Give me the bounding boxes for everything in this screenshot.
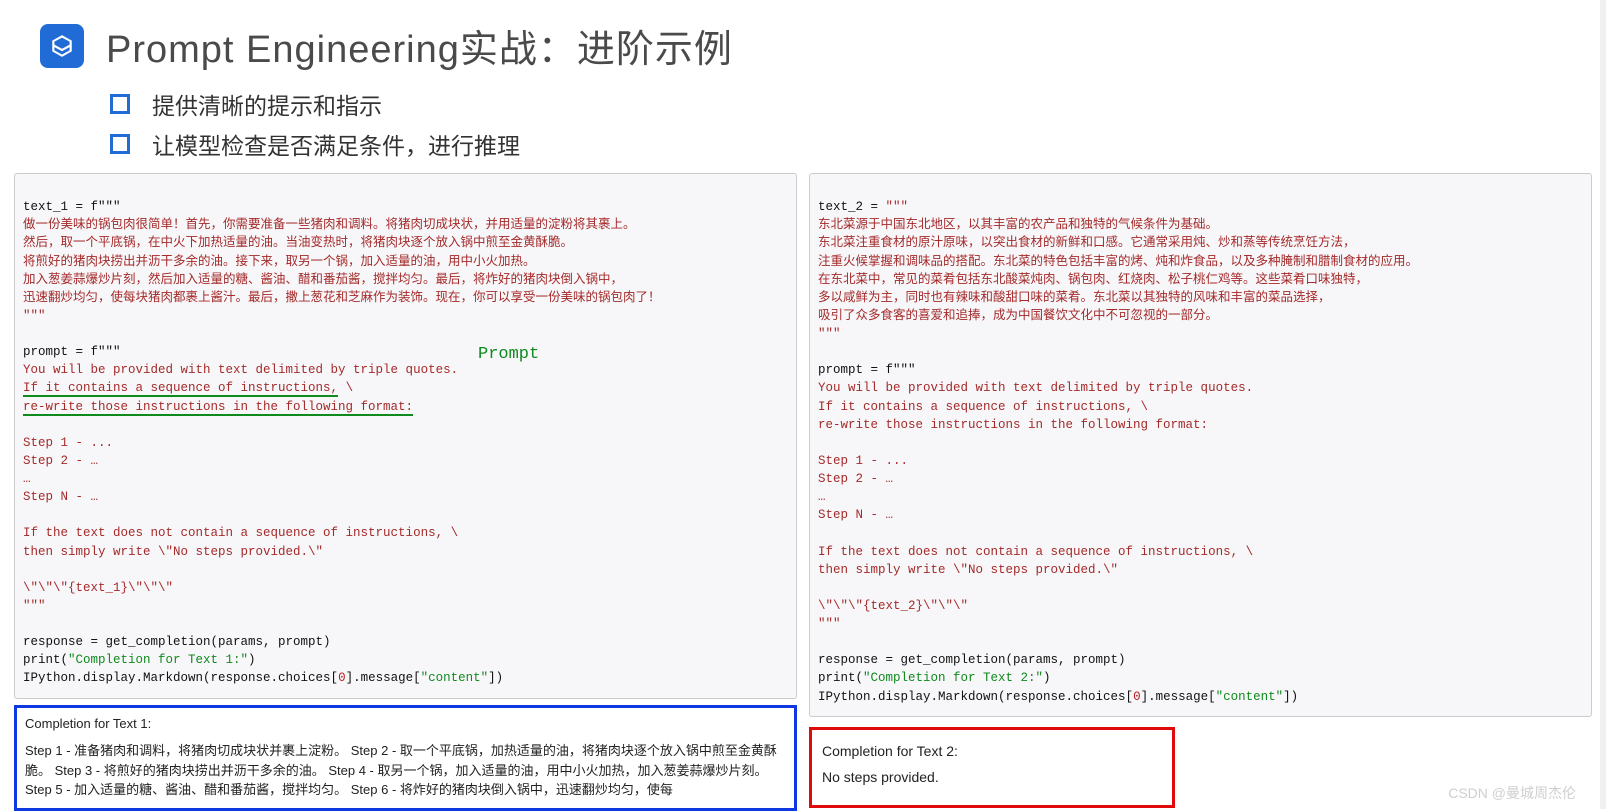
code-line: Step N - … — [23, 490, 98, 504]
code-line: """ — [818, 327, 841, 341]
code-string: "Completion for Text 1:" — [68, 653, 248, 667]
two-column-layout: text_1 = f""" 做一份美味的锅包肉很简单！首先，你需要准备一些猪肉和… — [0, 167, 1606, 811]
code-line: If the text does not contain a sequence … — [23, 526, 458, 540]
code-line: then simply write \"No steps provided.\" — [818, 563, 1118, 577]
code-line: 然后，取一个平底锅，在中火下加热适量的油。当油变热时，将猪肉块逐个放入锅中煎至金… — [23, 236, 573, 250]
bullet-square-icon — [110, 94, 130, 114]
code-line: ]) — [1283, 690, 1298, 704]
left-column: text_1 = f""" 做一份美味的锅包肉很简单！首先，你需要准备一些猪肉和… — [14, 173, 797, 811]
bullet-text: 提供清晰的提示和指示 — [152, 87, 382, 121]
code-line: Step 1 - ... — [23, 436, 113, 450]
code-string: "Completion for Text 2:" — [863, 671, 1043, 685]
code-line: """ — [23, 599, 46, 613]
code-line: response = get_completion(params, prompt… — [818, 653, 1126, 667]
output-title: Completion for Text 2: — [822, 738, 1162, 765]
output-body: Step 1 - 准备猪肉和调料，将猪肉切成块状并裹上淀粉。 Step 2 - … — [25, 741, 786, 800]
code-line: 做一份美味的锅包肉很简单！首先，你需要准备一些猪肉和调料。将猪肉切成块状，并用适… — [23, 218, 636, 232]
code-line: Step 2 - … — [818, 472, 893, 486]
code-line: IPython.display.Markdown(response.choice… — [818, 690, 1133, 704]
right-edge-bar — [1600, 0, 1606, 809]
code-line: ].message[ — [346, 671, 421, 685]
code-line: ) — [248, 653, 256, 667]
code-line: You will be provided with text delimited… — [23, 363, 458, 377]
code-line: 将煎好的猪肉块捞出并沥干多余的油。接下来，取另一个锅，加入适量的油，用中小火加热… — [23, 255, 536, 269]
code-line: You will be provided with text delimited… — [818, 381, 1253, 395]
code-line: 吸引了众多食客的喜爱和追捧，成为中国餐饮文化中不可忽视的一部分。 — [818, 309, 1218, 323]
logo-icon — [40, 24, 84, 68]
header: Prompt Engineering实战：进阶示例 — [0, 0, 1606, 81]
code-line: print( — [23, 653, 68, 667]
code-line: 东北菜源于中国东北地区，以其丰富的农产品和独特的气候条件为基础。 — [818, 218, 1218, 232]
code-line: Step N - … — [818, 508, 893, 522]
slide: { "header": { "title": "Prompt Engineeri… — [0, 0, 1606, 809]
code-line: 多以咸鲜为主，同时也有辣味和酸甜口味的菜肴。东北菜以其独特的风味和丰富的菜品选择… — [818, 291, 1331, 305]
code-string: "content" — [1216, 690, 1284, 704]
bullet-item: 让模型检查是否满足条件，进行推理 — [110, 127, 1606, 161]
output-box-right: Completion for Text 2: No steps provided… — [809, 727, 1175, 808]
code-line: response = get_completion(params, prompt… — [23, 635, 331, 649]
output-title: Completion for Text 1: — [25, 714, 786, 734]
output-body: No steps provided. — [822, 764, 1162, 791]
code-line: 加入葱姜蒜爆炒片刻，然后加入适量的糖、酱油、醋和番茄酱，搅拌均匀。最后，将炸好的… — [23, 273, 623, 287]
bullet-text: 让模型检查是否满足条件，进行推理 — [152, 127, 520, 161]
code-line: prompt = f""" — [23, 345, 121, 359]
code-num: 0 — [338, 671, 346, 685]
bullet-list: 提供清晰的提示和指示 让模型检查是否满足条件，进行推理 — [0, 81, 1606, 161]
bullet-square-icon — [110, 134, 130, 154]
code-line: \"\"\"{text_1}\"\"\" — [23, 581, 173, 595]
code-line: … — [818, 490, 826, 504]
code-block-left: text_1 = f""" 做一份美味的锅包肉很简单！首先，你需要准备一些猪肉和… — [14, 173, 797, 699]
code-line: """ — [23, 309, 46, 323]
code-line: re-write those instructions in the follo… — [818, 418, 1208, 432]
watermark: CSDN @曼城周杰伦 — [1448, 783, 1576, 803]
code-line: 东北菜注重食材的原汁原味，以突出食材的新鲜和口感。它通常采用炖、炒和蒸等传统烹饪… — [818, 236, 1356, 250]
code-line: 在东北菜中，常见的菜肴包括东北酸菜炖肉、锅包肉、红烧肉、松子桃仁鸡等。这些菜肴口… — [818, 273, 1368, 287]
code-line: ) — [1043, 671, 1051, 685]
code-line: If the text does not contain a sequence … — [818, 545, 1253, 559]
code-block-right: text_2 = """ 东北菜源于中国东北地区，以其丰富的农产品和独特的气候条… — [809, 173, 1592, 717]
code-line: IPython.display.Markdown(response.choice… — [23, 671, 338, 685]
code-line: … — [23, 472, 31, 486]
code-line: text_2 = — [818, 200, 886, 214]
code-line: ].message[ — [1141, 690, 1216, 704]
page-title: Prompt Engineering实战：进阶示例 — [106, 18, 733, 73]
code-line: Step 2 - … — [23, 454, 98, 468]
bullet-item: 提供清晰的提示和指示 — [110, 87, 1606, 121]
code-line: Step 1 - ... — [818, 454, 908, 468]
code-line: prompt = f""" — [818, 363, 916, 377]
code-num: 0 — [1133, 690, 1141, 704]
prompt-annotation: Prompt — [478, 345, 539, 364]
code-line: If it contains a sequence of instruction… — [23, 381, 338, 397]
code-line: 迅速翻炒均匀，使每块猪肉都裹上酱汁。最后，撒上葱花和芝麻作为装饰。现在，你可以享… — [23, 291, 661, 305]
code-line: text_1 = f""" — [23, 200, 121, 214]
code-line: re-write those instructions in the follo… — [23, 400, 413, 416]
code-line: """ — [886, 200, 909, 214]
code-line: """ — [818, 617, 841, 631]
code-line: print( — [818, 671, 863, 685]
code-line: If it contains a sequence of instruction… — [818, 400, 1148, 414]
right-column: text_2 = """ 东北菜源于中国东北地区，以其丰富的农产品和独特的气候条… — [809, 173, 1592, 811]
code-line: \"\"\"{text_2}\"\"\" — [818, 599, 968, 613]
output-box-left: Completion for Text 1: Step 1 - 准备猪肉和调料，… — [14, 705, 797, 811]
code-line: 注重火候掌握和调味品的搭配。东北菜的特色包括丰富的烤、炖和炸食品，以及多种腌制和… — [818, 255, 1418, 269]
code-line: \ — [338, 381, 353, 395]
code-line: ]) — [488, 671, 503, 685]
code-line: then simply write \"No steps provided.\" — [23, 545, 323, 559]
code-string: "content" — [421, 671, 489, 685]
